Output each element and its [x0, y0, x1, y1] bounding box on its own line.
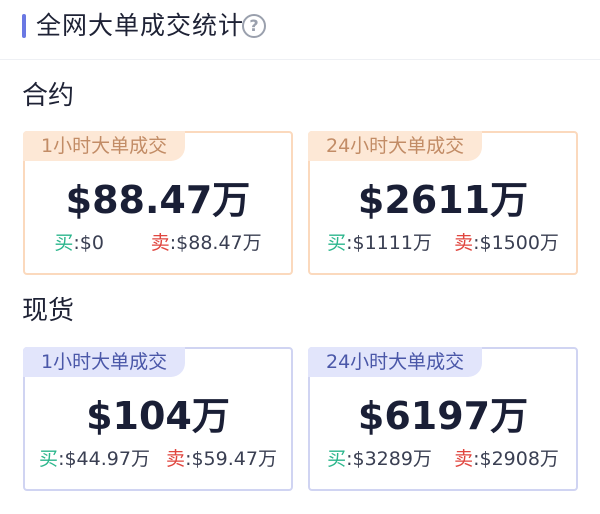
buy-value: :$44.97万	[58, 448, 150, 470]
card-tag: 1小时大单成交	[23, 131, 186, 161]
sell-pair: 卖:$1500万	[454, 229, 559, 257]
sell-pair: 卖:$2908万	[454, 445, 559, 473]
buy-pair: 买:$1111万	[327, 229, 432, 257]
section-title-spot: 现货	[22, 296, 75, 326]
page-header: 全网大单成交统计 ?	[0, 0, 600, 60]
card-total-value: $88.47万	[65, 178, 251, 222]
buy-pair: 买:$0	[54, 229, 104, 257]
spot-24h-card: 24小时大单成交 $6197万 买:$3289万 卖:$2908万	[308, 347, 578, 491]
sell-pair: 卖:$59.47万	[166, 445, 277, 473]
card-tag: 24小时大单成交	[308, 347, 483, 377]
sell-value: :$59.47万	[185, 448, 277, 470]
card-total-value: $2611万	[357, 178, 529, 222]
sell-label: 卖	[150, 232, 170, 254]
sell-value: :$88.47万	[169, 232, 262, 254]
card-buy-sell-row: 买:$1111万 卖:$1500万	[310, 229, 576, 257]
card-buy-sell-row: 买:$44.97万 卖:$59.47万	[25, 445, 291, 473]
contract-24h-card: 24小时大单成交 $2611万 买:$1111万 卖:$1500万	[308, 131, 578, 275]
buy-pair: 买:$44.97万	[39, 445, 150, 473]
card-tag: 24小时大单成交	[308, 131, 483, 161]
buy-value: :$1111万	[346, 232, 432, 254]
sell-label: 卖	[166, 448, 186, 470]
card-tag: 1小时大单成交	[23, 347, 186, 377]
section-title-contract: 合约	[22, 81, 75, 111]
contract-1h-card: 1小时大单成交 $88.47万 买:$0 卖:$88.47万	[23, 131, 293, 275]
card-buy-sell-row: 买:$0 卖:$88.47万	[25, 229, 291, 257]
card-total-value: $6197万	[357, 394, 529, 438]
title-accent-bar	[22, 14, 26, 38]
question-circle-icon[interactable]: ?	[242, 14, 266, 38]
buy-value: :$3289万	[346, 448, 432, 470]
sell-value: :$2908万	[473, 448, 559, 470]
buy-value: :$0	[73, 232, 104, 254]
sell-pair: 卖:$88.47万	[151, 229, 262, 257]
buy-label: 买	[327, 448, 347, 470]
spot-1h-card: 1小时大单成交 $104万 买:$44.97万 卖:$59.47万	[23, 347, 293, 491]
card-total-value: $104万	[86, 394, 230, 438]
sell-label: 卖	[454, 448, 474, 470]
sell-value: :$1500万	[473, 232, 559, 254]
sell-label: 卖	[454, 232, 474, 254]
buy-pair: 买:$3289万	[327, 445, 432, 473]
buy-label: 买	[54, 232, 74, 254]
buy-label: 买	[39, 448, 59, 470]
page-title: 全网大单成交统计	[36, 11, 245, 40]
buy-label: 买	[327, 232, 347, 254]
card-buy-sell-row: 买:$3289万 卖:$2908万	[310, 445, 576, 473]
